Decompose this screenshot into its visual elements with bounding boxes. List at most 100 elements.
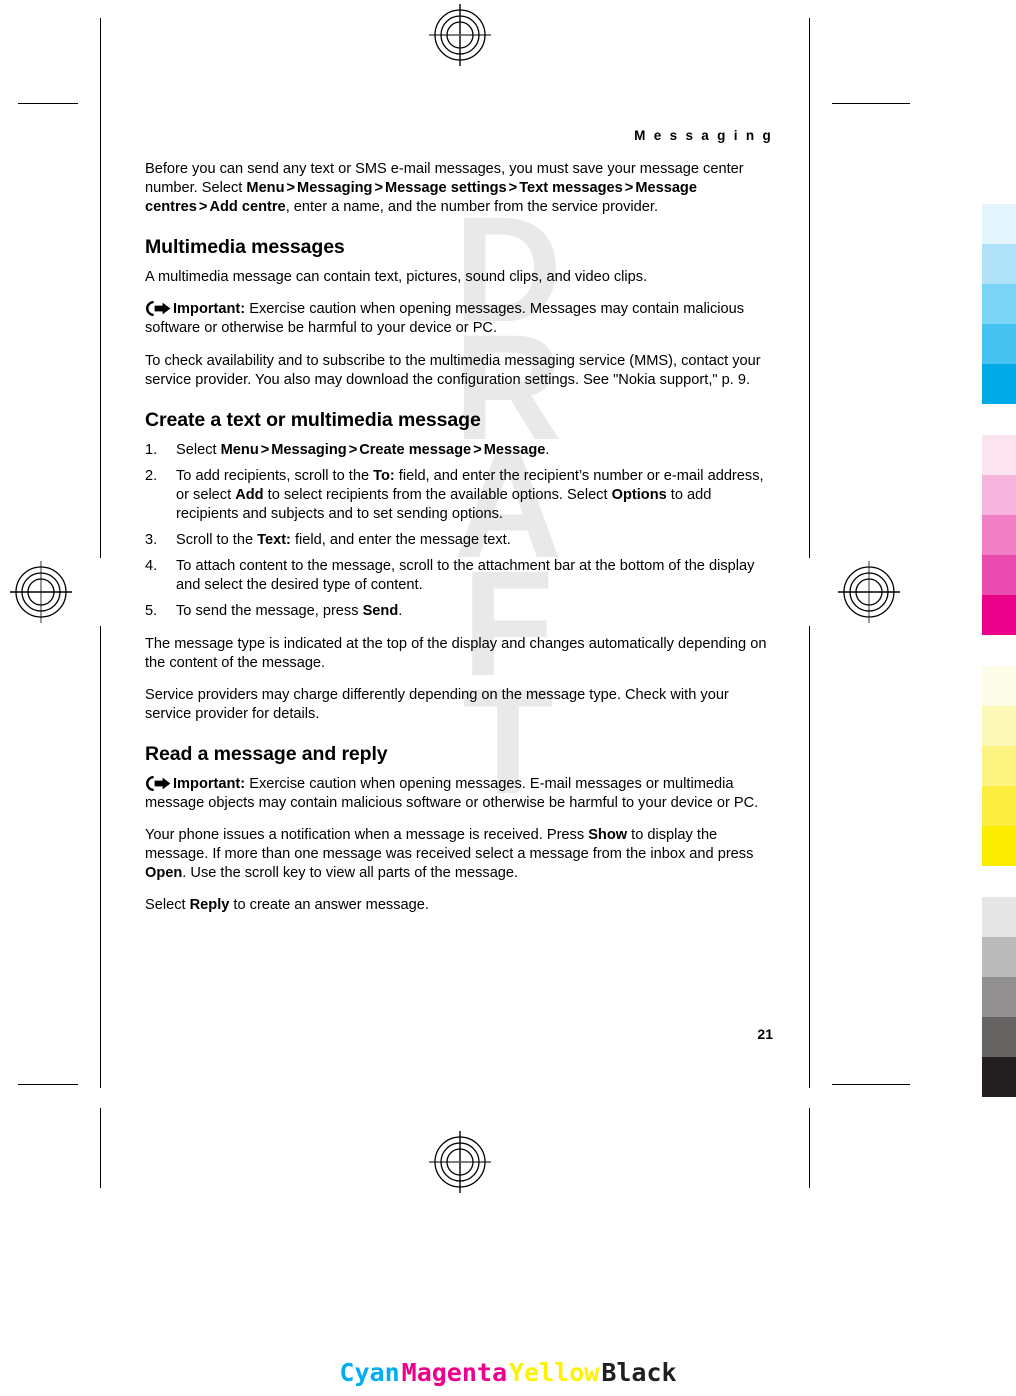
step-item-4: To attach content to the message, scroll… [145,557,773,595]
registration-mark-left [10,561,72,623]
important-label: Important: [173,301,246,318]
step5-text-1: To send the message, press [176,603,363,620]
black-swatch [982,1017,1016,1057]
important-note-read: Important: Exercise caution when opening… [145,775,773,813]
step1-text-1: Select [176,441,221,458]
path-separator-icon: > [624,180,634,197]
path-separator-icon: > [198,199,208,216]
step2-button-options: Options [611,486,667,503]
black-swatch [982,1057,1016,1097]
magenta-swatch [982,515,1016,555]
trim-line-left-mid [100,18,101,558]
step1-text-2: . [545,441,550,458]
crop-mark-top-right-horizontal [832,103,910,104]
magenta-swatch [982,595,1016,635]
cyan-swatch [982,204,1016,244]
read-button-open: Open [145,865,183,882]
registration-mark-top [429,4,491,66]
step4-text-1: To attach content to the message, scroll… [176,558,755,594]
reply-button: Reply [189,897,230,914]
step-item-5: To send the message, press Send. [145,602,773,621]
cyan-swatch [982,324,1016,364]
registration-mark-bottom [429,1131,491,1193]
path-separator-icon: > [286,180,296,197]
heading-read-reply: Read a message and reply [145,742,388,765]
yellow-swatch [982,826,1016,866]
black-swatch [982,977,1016,1017]
step1-create-message: Create message [359,441,472,458]
step5-text-2: . [398,603,403,620]
cyan-swatch [982,364,1016,404]
yellow-swatch [982,746,1016,786]
crop-mark-bottom-right-vertical [809,1108,810,1188]
reply-text-1: Select [145,897,190,914]
menu-path-message-settings: Message settings [385,180,507,197]
step2-field-to: To: [373,467,395,484]
multimedia-paragraph-2: To check availability and to subscribe t… [145,352,761,388]
running-head: M e s s a g i n g [634,128,773,143]
read-text-3: . Use the scroll key to view all parts o… [182,865,519,882]
read-text-1: Your phone issues a notification when a … [145,827,589,844]
step-item-2: To add recipients, scroll to the To: fie… [145,467,773,524]
step1-message: Message [483,441,546,458]
menu-path-add-centre: Add centre [209,199,286,216]
intro-text-2: , enter a name, and the number from the … [285,199,659,216]
color-word-yellow: Yellow [509,1358,600,1387]
registration-mark-right [838,561,900,623]
yellow-swatch [982,786,1016,826]
step-item-1: Select Menu > Messaging > Create message > Mes… [145,441,773,460]
path-separator-icon: > [348,441,358,458]
step-item-3: Scroll to the Text: field, and enter the… [145,531,773,550]
trim-line-right-mid [809,18,810,558]
black-swatch [982,897,1016,937]
magenta-swatch [982,475,1016,515]
step1-menu: Menu [220,441,259,458]
heading-multimedia-messages: Multimedia messages [145,236,345,259]
important-arrow-icon [145,775,172,791]
create-paragraph-2: Service providers may charge differently… [145,686,729,722]
step3-text-1: Scroll to the [176,532,258,549]
cyan-swatch [982,284,1016,324]
color-word-black: Black [601,1358,677,1387]
yellow-swatch [982,666,1016,706]
step5-button-send: Send [362,603,399,620]
magenta-swatch-group [982,435,1016,635]
magenta-swatch [982,555,1016,595]
color-separation-labels: CyanMagentaYellowBlack [0,1358,1016,1387]
intro-paragraph: Before you can send any text or SMS e-ma… [145,160,773,217]
crop-mark-bottom-left-vertical [100,1108,101,1188]
trim-line-left-lower [100,626,101,1088]
path-separator-icon: > [473,441,482,458]
page-content: M e s s a g i n g Before you can send an… [145,128,773,928]
color-word-cyan: Cyan [339,1358,400,1387]
cyan-swatch-group [982,204,1016,404]
create-paragraph-1: The message type is indicated at the top… [145,635,767,671]
step2-text-3: to select recipients from the available … [263,486,612,503]
cyan-swatch [982,244,1016,284]
crop-mark-top-left-horizontal [18,103,78,104]
menu-path-text-messages: Text messages [519,180,623,197]
yellow-swatch-group [982,666,1016,866]
important-note-multimedia: Important: Exercise caution when opening… [145,300,773,338]
read-button-show: Show [588,827,628,844]
magenta-swatch [982,435,1016,475]
reply-text-2: to create an answer message. [229,897,429,914]
path-separator-icon: > [374,180,383,197]
create-message-steps: Select Menu > Messaging > Create message > Mes… [145,441,773,622]
crop-mark-bottom-left-horizontal [18,1084,78,1085]
step2-text-1: To add recipients, scroll to the [176,467,374,484]
path-separator-icon: > [260,441,270,458]
page-number: 21 [757,1026,773,1042]
menu-path-menu: Menu [246,180,285,197]
read-paragraph-2: Select Reply to create an answer message… [145,896,773,915]
step2-button-add: Add [235,486,264,503]
step3-text-2: field, and enter the message text. [290,532,511,549]
heading-create-message: Create a text or multimedia message [145,408,481,431]
multimedia-paragraph-1: A multimedia message can contain text, p… [145,269,648,286]
important-arrow-icon [145,301,172,317]
crop-mark-bottom-right-horizontal [832,1084,910,1085]
important-label: Important: [173,775,246,792]
yellow-swatch [982,706,1016,746]
black-swatch [982,937,1016,977]
path-separator-icon: > [508,180,518,197]
